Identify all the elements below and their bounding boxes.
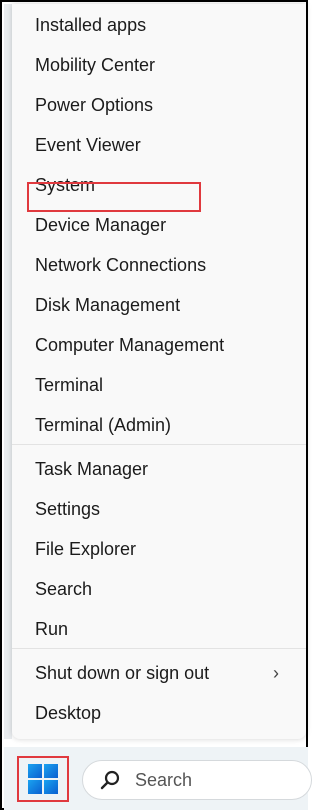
start-button[interactable]: [17, 756, 69, 802]
menu-item-shut-down-or-sign-out[interactable]: Shut down or sign out ›: [35, 658, 295, 688]
menu-item-task-manager[interactable]: Task Manager: [35, 454, 148, 484]
menu-item-network-connections[interactable]: Network Connections: [35, 250, 206, 280]
chevron-right-icon: ›: [273, 663, 279, 683]
menu-item-event-viewer[interactable]: Event Viewer: [35, 130, 141, 160]
menu-item-file-explorer[interactable]: File Explorer: [35, 534, 136, 564]
menu-divider: [12, 444, 306, 445]
menu-item-run[interactable]: Run: [35, 614, 68, 644]
menu-item-label: Shut down or sign out: [35, 663, 210, 683]
menu-item-terminal-admin[interactable]: Terminal (Admin): [35, 410, 171, 440]
menu-item-device-manager[interactable]: Device Manager: [35, 210, 166, 240]
menu-item-mobility-center[interactable]: Mobility Center: [35, 50, 155, 80]
menu-item-terminal[interactable]: Terminal: [35, 370, 103, 400]
background-strip: [4, 4, 12, 739]
taskbar: [4, 747, 312, 810]
quick-link-menu: Installed apps Mobility Center Power Opt…: [12, 4, 306, 739]
taskbar-search-box[interactable]: [82, 760, 312, 800]
windows-logo-icon: [28, 764, 58, 794]
menu-item-computer-management[interactable]: Computer Management: [35, 330, 224, 360]
menu-item-desktop[interactable]: Desktop: [35, 698, 101, 728]
menu-item-installed-apps[interactable]: Installed apps: [35, 10, 146, 40]
menu-item-power-options[interactable]: Power Options: [35, 90, 153, 120]
screenshot-frame: Installed apps Mobility Center Power Opt…: [0, 0, 312, 810]
search-icon: [99, 769, 121, 791]
menu-divider: [12, 648, 306, 649]
search-input[interactable]: [135, 769, 275, 791]
menu-item-settings[interactable]: Settings: [35, 494, 100, 524]
menu-item-system[interactable]: System: [35, 170, 95, 200]
menu-item-disk-management[interactable]: Disk Management: [35, 290, 180, 320]
menu-item-search[interactable]: Search: [35, 574, 92, 604]
